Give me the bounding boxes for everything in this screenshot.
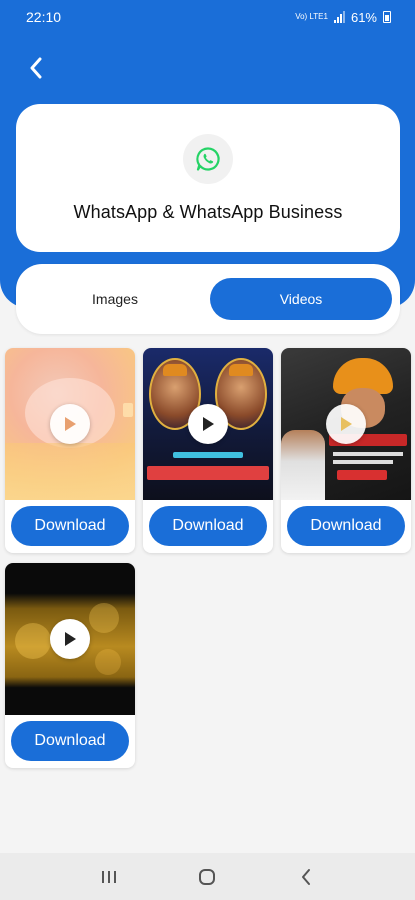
home-icon [199, 868, 216, 885]
tab-bar: Images Videos [16, 264, 400, 334]
play-button[interactable] [50, 404, 90, 444]
video-thumbnail[interactable] [143, 348, 273, 500]
download-button[interactable]: Download [11, 721, 129, 761]
video-card: Download [5, 563, 135, 768]
video-thumbnail[interactable] [5, 348, 135, 500]
back-button[interactable] [20, 52, 52, 84]
chevron-left-icon [30, 57, 42, 79]
download-button[interactable]: Download [11, 506, 129, 546]
tab-images[interactable]: Images [24, 278, 206, 320]
status-indicators: Vo) LTE1 61% [295, 10, 391, 25]
video-card: Download [281, 348, 411, 553]
app-title: WhatsApp & WhatsApp Business [73, 202, 343, 222]
battery-icon [383, 11, 391, 23]
system-nav-bar [0, 853, 415, 900]
home-button[interactable] [187, 857, 227, 897]
video-grid: Download Download Download Download [5, 348, 411, 768]
recent-apps-icon [102, 870, 117, 883]
status-bar: 22:10 Vo) LTE1 61% [0, 0, 415, 34]
network-label: Vo) LTE1 [295, 12, 328, 21]
play-icon [65, 632, 76, 646]
app-card: WhatsApp & WhatsApp Business [16, 104, 400, 252]
video-card: Download [5, 348, 135, 553]
play-button[interactable] [188, 404, 228, 444]
signal-icon [333, 11, 345, 23]
tab-videos[interactable]: Videos [210, 278, 392, 320]
back-nav-button[interactable] [286, 857, 326, 897]
battery-text: 61% [350, 9, 377, 25]
download-button[interactable]: Download [149, 506, 267, 546]
whatsapp-icon-container [183, 134, 233, 184]
download-button[interactable]: Download [287, 506, 405, 546]
video-thumbnail[interactable] [5, 563, 135, 715]
back-icon [301, 868, 310, 885]
play-button[interactable] [326, 404, 366, 444]
play-button[interactable] [50, 619, 90, 659]
play-icon [341, 417, 352, 431]
video-card: Download [143, 348, 273, 553]
play-icon [65, 417, 76, 431]
whatsapp-icon [196, 147, 220, 171]
video-thumbnail[interactable] [281, 348, 411, 500]
play-icon [203, 417, 214, 431]
recent-apps-button[interactable] [89, 857, 129, 897]
status-time: 22:10 [26, 9, 62, 25]
